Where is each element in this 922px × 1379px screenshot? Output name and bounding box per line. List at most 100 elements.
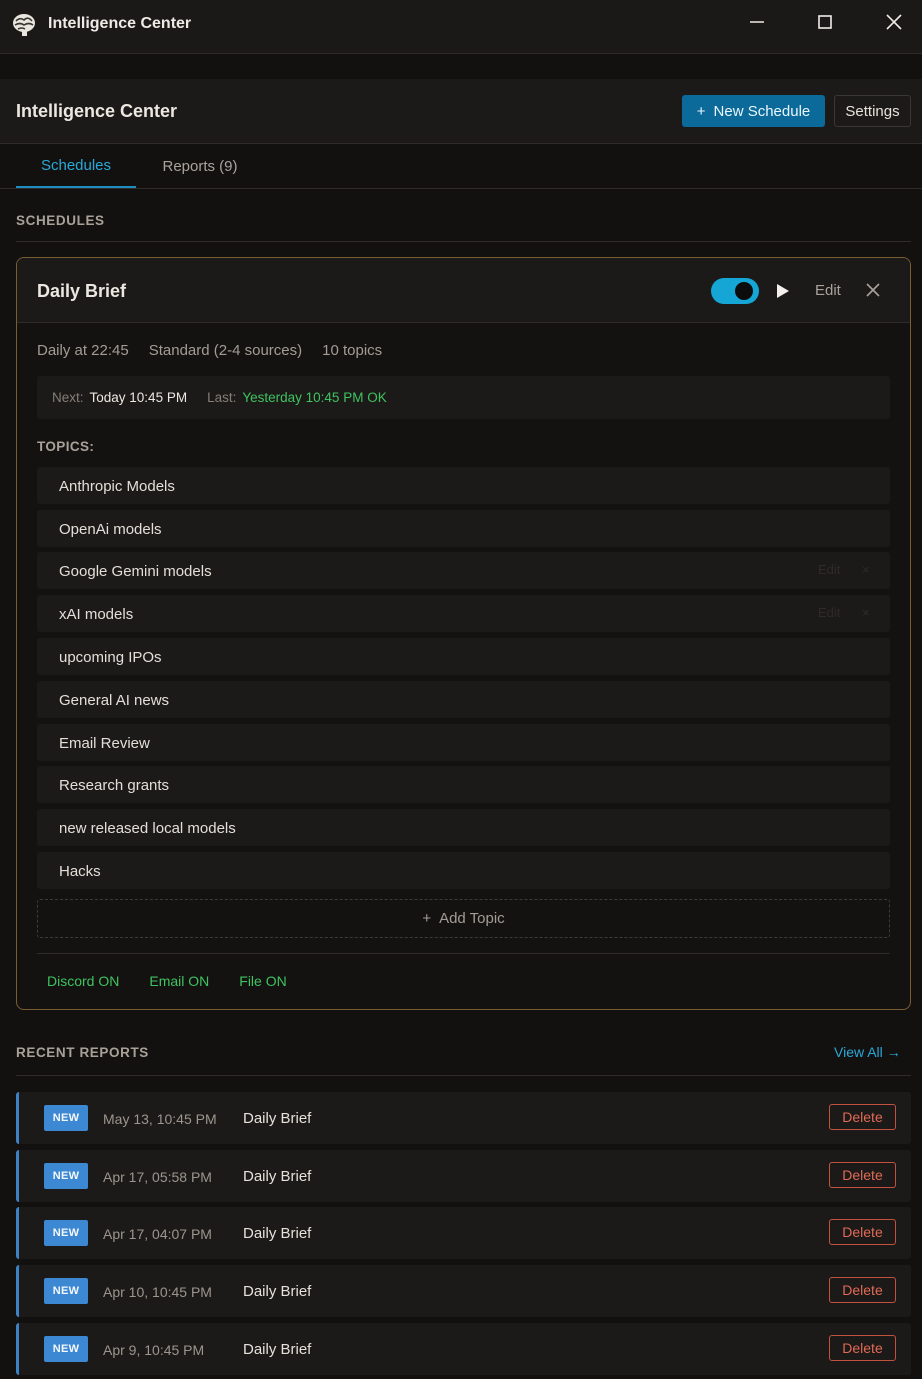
- report-date: Apr 17, 05:58 PM: [103, 1169, 212, 1185]
- new-badge: NEW: [44, 1278, 88, 1304]
- new-badge: NEW: [44, 1336, 88, 1362]
- report-name: Daily Brief: [243, 1110, 312, 1127]
- schedule-edit-button[interactable]: Edit: [815, 282, 841, 299]
- delete-report-button[interactable]: Delete: [829, 1104, 896, 1130]
- topic-label: Google Gemini models: [59, 563, 212, 580]
- schedules-section-label: SCHEDULES: [16, 213, 105, 228]
- add-topic-label: Add Topic: [439, 910, 505, 927]
- schedule-enabled-toggle[interactable]: [711, 278, 759, 304]
- schedule-topic-count: 10 topics: [322, 342, 383, 359]
- report-name: Daily Brief: [243, 1225, 312, 1242]
- schedule-depth: Standard (2-4 sources): [148, 342, 303, 359]
- report-row[interactable]: NEW Apr 17, 04:07 PM Daily Brief Delete: [16, 1207, 911, 1259]
- topic-item[interactable]: Email Review: [37, 724, 890, 761]
- topic-item[interactable]: Anthropic Models: [37, 467, 890, 504]
- topic-label: General AI news: [59, 692, 170, 709]
- delete-report-button[interactable]: Delete: [829, 1277, 896, 1303]
- report-date: Apr 17, 04:07 PM: [103, 1226, 212, 1242]
- schedule-frequency: Daily at 22:45: [37, 342, 129, 359]
- topic-label: Research grants: [59, 777, 170, 794]
- topic-label: new released local models: [59, 820, 236, 837]
- plus-icon: +: [696, 102, 706, 120]
- topic-item[interactable]: xAI models Edit ×: [37, 595, 890, 632]
- minimize-icon: [750, 21, 764, 23]
- topic-label: xAI models: [59, 606, 134, 623]
- maximize-icon: [818, 15, 832, 29]
- topic-item[interactable]: General AI news: [37, 681, 890, 718]
- channel-email-status[interactable]: Email ON: [149, 973, 209, 989]
- delivery-channels: Discord ON Email ON File ON: [47, 973, 287, 989]
- minimize-button[interactable]: [739, 9, 775, 35]
- window-close-button[interactable]: [876, 9, 912, 35]
- new-badge: NEW: [44, 1220, 88, 1246]
- schedule-meta: Daily at 22:45 Standard (2-4 sources) 10…: [37, 342, 382, 359]
- plus-icon: +: [422, 910, 432, 927]
- topic-item[interactable]: OpenAi models: [37, 510, 890, 547]
- maximize-button[interactable]: [807, 9, 843, 35]
- section-divider: [16, 241, 911, 242]
- brain-icon: [13, 14, 35, 36]
- report-name: Daily Brief: [243, 1341, 312, 1358]
- view-all-label: View All: [834, 1044, 883, 1060]
- new-schedule-label: New Schedule: [713, 102, 811, 120]
- schedule-card-header: Daily Brief Edit: [17, 258, 910, 323]
- schedule-remove-close-icon[interactable]: [863, 280, 883, 300]
- topic-item[interactable]: new released local models: [37, 809, 890, 846]
- tab-bar: Schedules Reports (9): [0, 144, 922, 189]
- window-title: Intelligence Center: [48, 15, 192, 32]
- delete-report-button[interactable]: Delete: [829, 1335, 896, 1361]
- topic-edit-button[interactable]: Edit: [818, 562, 840, 577]
- arrow-right-icon: →: [886, 1044, 901, 1060]
- last-run-label: Last:: [207, 390, 237, 405]
- report-row[interactable]: NEW Apr 9, 10:45 PM Daily Brief Delete: [16, 1323, 911, 1375]
- schedule-title: Daily Brief: [37, 281, 127, 301]
- topic-remove-button[interactable]: ×: [862, 562, 870, 577]
- topic-item[interactable]: Hacks: [37, 852, 890, 889]
- topic-label: OpenAi models: [59, 521, 162, 538]
- report-row[interactable]: NEW May 13, 10:45 PM Daily Brief Delete: [16, 1092, 911, 1144]
- topic-label: Email Review: [59, 735, 150, 752]
- topic-remove-button[interactable]: ×: [862, 605, 870, 620]
- report-row[interactable]: NEW Apr 17, 05:58 PM Daily Brief Delete: [16, 1150, 911, 1202]
- delete-report-button[interactable]: Delete: [829, 1219, 896, 1245]
- topic-label: upcoming IPOs: [59, 649, 162, 666]
- run-now-play-icon[interactable]: [773, 280, 793, 302]
- channel-file-status[interactable]: File ON: [239, 973, 286, 989]
- topics-label: TOPICS:: [37, 439, 95, 454]
- tab-reports[interactable]: Reports (9): [140, 144, 260, 188]
- report-name: Daily Brief: [243, 1168, 312, 1185]
- topic-item[interactable]: upcoming IPOs: [37, 638, 890, 675]
- new-badge: NEW: [44, 1105, 88, 1131]
- close-icon: [886, 14, 902, 30]
- report-date: May 13, 10:45 PM: [103, 1111, 217, 1127]
- report-name: Daily Brief: [243, 1283, 312, 1300]
- topic-item[interactable]: Google Gemini models Edit ×: [37, 552, 890, 589]
- topic-edit-button[interactable]: Edit: [818, 605, 840, 620]
- report-row[interactable]: NEW Apr 10, 10:45 PM Daily Brief Delete: [16, 1265, 911, 1317]
- app-header: Intelligence Center + New Schedule Setti…: [0, 79, 922, 144]
- topic-label: Hacks: [59, 863, 101, 880]
- next-run-label: Next:: [52, 390, 84, 405]
- last-run-value: Yesterday 10:45 PM OK: [242, 390, 387, 405]
- window-titlebar: Intelligence Center: [0, 0, 922, 54]
- new-badge: NEW: [44, 1163, 88, 1189]
- recent-reports-label: RECENT REPORTS: [16, 1045, 149, 1060]
- new-schedule-button[interactable]: + New Schedule: [682, 95, 825, 127]
- report-date: Apr 10, 10:45 PM: [103, 1284, 212, 1300]
- view-all-reports-link[interactable]: View All →: [834, 1044, 901, 1060]
- report-date: Apr 9, 10:45 PM: [103, 1342, 205, 1358]
- card-divider: [37, 953, 890, 954]
- section-divider: [16, 1075, 911, 1076]
- page-title: Intelligence Center: [16, 101, 178, 121]
- toggle-knob: [735, 282, 753, 300]
- topic-label: Anthropic Models: [59, 478, 175, 495]
- delete-report-button[interactable]: Delete: [829, 1162, 896, 1188]
- schedule-card: Daily Brief Edit Daily at 22:45 Standard…: [16, 257, 911, 1010]
- add-topic-button[interactable]: + Add Topic: [37, 899, 890, 938]
- channel-discord-status[interactable]: Discord ON: [47, 973, 119, 989]
- schedule-run-status: Next: Today 10:45 PM Last: Yesterday 10:…: [37, 376, 890, 419]
- settings-button[interactable]: Settings: [834, 95, 911, 127]
- tab-schedules[interactable]: Schedules: [16, 144, 136, 188]
- next-run-value: Today 10:45 PM: [89, 390, 188, 405]
- topic-item[interactable]: Research grants: [37, 766, 890, 803]
